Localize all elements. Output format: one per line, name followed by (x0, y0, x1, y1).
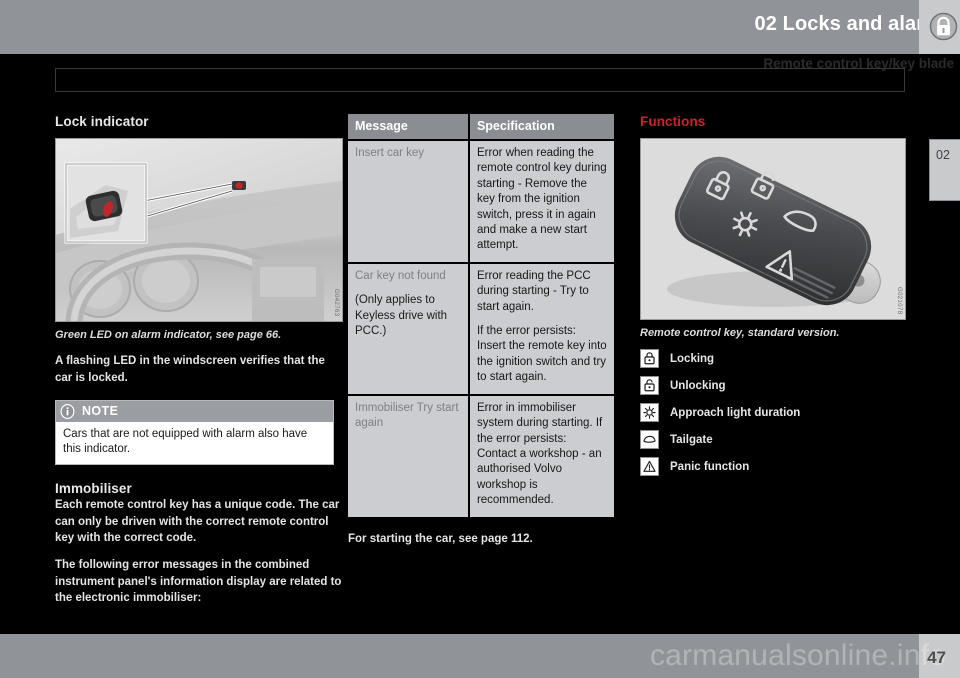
page-footer-bar (0, 634, 919, 678)
function-list: Locking Unlocking Approach light duratio… (640, 347, 906, 478)
immobiliser-heading: Immobiliser (55, 481, 132, 497)
subtitle-rule-box (55, 68, 905, 92)
lock-open-icon (640, 376, 659, 396)
table-cell-message: Car key not found (Only applies to Keyle… (348, 261, 470, 394)
chapter-tab-label: 02 (936, 148, 950, 162)
immobiliser-paragraph-2: The following error messages in the comb… (55, 559, 342, 604)
panic-alarm-icon (640, 457, 659, 477)
message-label: Car key not found (355, 269, 446, 282)
note-text: Cars that are not equipped with alarm al… (63, 427, 308, 456)
table-cell-message: Immobiliser Try start again (348, 393, 470, 517)
table-footnote: For starting the car, see page 112. (348, 532, 533, 545)
function-label: Unlocking (670, 379, 726, 392)
table-cell-specification: Error in immobiliser system during start… (469, 393, 614, 517)
lock-indicator-paragraph: A flashing LED in the windscreen verifie… (55, 355, 325, 384)
functions-heading: Functions (640, 114, 706, 129)
function-item-panic: Panic function (640, 455, 906, 478)
immobiliser-paragraph-1: Each remote control key has a unique cod… (55, 499, 340, 544)
function-item-unlocking: Unlocking (640, 374, 906, 397)
section-subtitle: Remote control key/key blade (763, 56, 954, 71)
table-header-specification: Specification (469, 114, 614, 139)
remote-key-caption: Remote control key, standard version. (640, 327, 840, 339)
remote-control-key-photo: G021078 (640, 138, 906, 320)
note-header: NOTE (56, 400, 333, 422)
message-label: Immobiliser Try start again (355, 401, 459, 430)
table-row: Car key not found (Only applies to Keyle… (348, 261, 614, 394)
table-header-message: Message (348, 114, 470, 139)
info-icon (60, 403, 75, 419)
note-title: NOTE (82, 404, 119, 419)
approach-light-icon (640, 403, 659, 423)
function-item-tailgate: Tailgate (640, 428, 906, 451)
table-cell-specification: Error reading the PCC during starting - … (469, 261, 614, 394)
table-row: Immobiliser Try start again Error in imm… (348, 393, 614, 517)
function-item-locking: Locking (640, 347, 906, 370)
page-number: 47 (927, 648, 946, 667)
photo-reference-code: G042763 (333, 288, 339, 317)
right-column: Functions G021078 Remote control key, st… (640, 114, 906, 482)
message-sublabel: (Only applies to Keyless drive with PCC.… (355, 294, 448, 338)
page-title: 02 Locks and alarm (754, 13, 942, 35)
photo-reference-code: G021078 (896, 286, 902, 315)
spec-paragraph: If the error persists: Insert the remote… (476, 325, 607, 384)
spec-paragraph: Error reading the PCC during starting - … (476, 269, 591, 313)
page-content: Remote control key/key blade 02 Lock ind… (0, 54, 960, 634)
tailgate-icon (640, 430, 659, 450)
padlock-icon (929, 12, 958, 41)
lock-closed-icon (640, 349, 659, 369)
message-label: Insert car key (355, 147, 425, 159)
chapter-tab: 02 (929, 139, 960, 201)
function-label: Panic function (670, 460, 750, 473)
function-label: Locking (670, 352, 715, 365)
lock-indicator-heading: Lock indicator (55, 114, 149, 129)
middle-column: Message Specification Insert car key Err… (348, 114, 614, 547)
dashboard-lock-indicator-photo: G042763 (55, 138, 343, 322)
function-label: Tailgate (670, 433, 713, 446)
function-item-approach-light: Approach light duration (640, 401, 906, 424)
function-label: Approach light duration (670, 406, 801, 419)
lock-indicator-caption: Green LED on alarm indicator, see page 6… (55, 329, 282, 341)
spec-paragraph: Error in immobiliser system during start… (476, 401, 603, 507)
error-message-table: Message Specification Insert car key Err… (348, 114, 614, 517)
spec-paragraph: Error when reading the remote control ke… (476, 147, 607, 252)
table-header-row: Message Specification (348, 114, 614, 139)
table-row: Insert car key Error when reading the re… (348, 139, 614, 262)
table-cell-specification: Error when reading the remote control ke… (469, 139, 614, 262)
note-box: NOTE Cars that are not equipped with ala… (55, 399, 334, 466)
table-cell-message: Insert car key (348, 139, 470, 262)
left-column: Lock indicator G042763 Green LED on alar… (55, 114, 343, 606)
